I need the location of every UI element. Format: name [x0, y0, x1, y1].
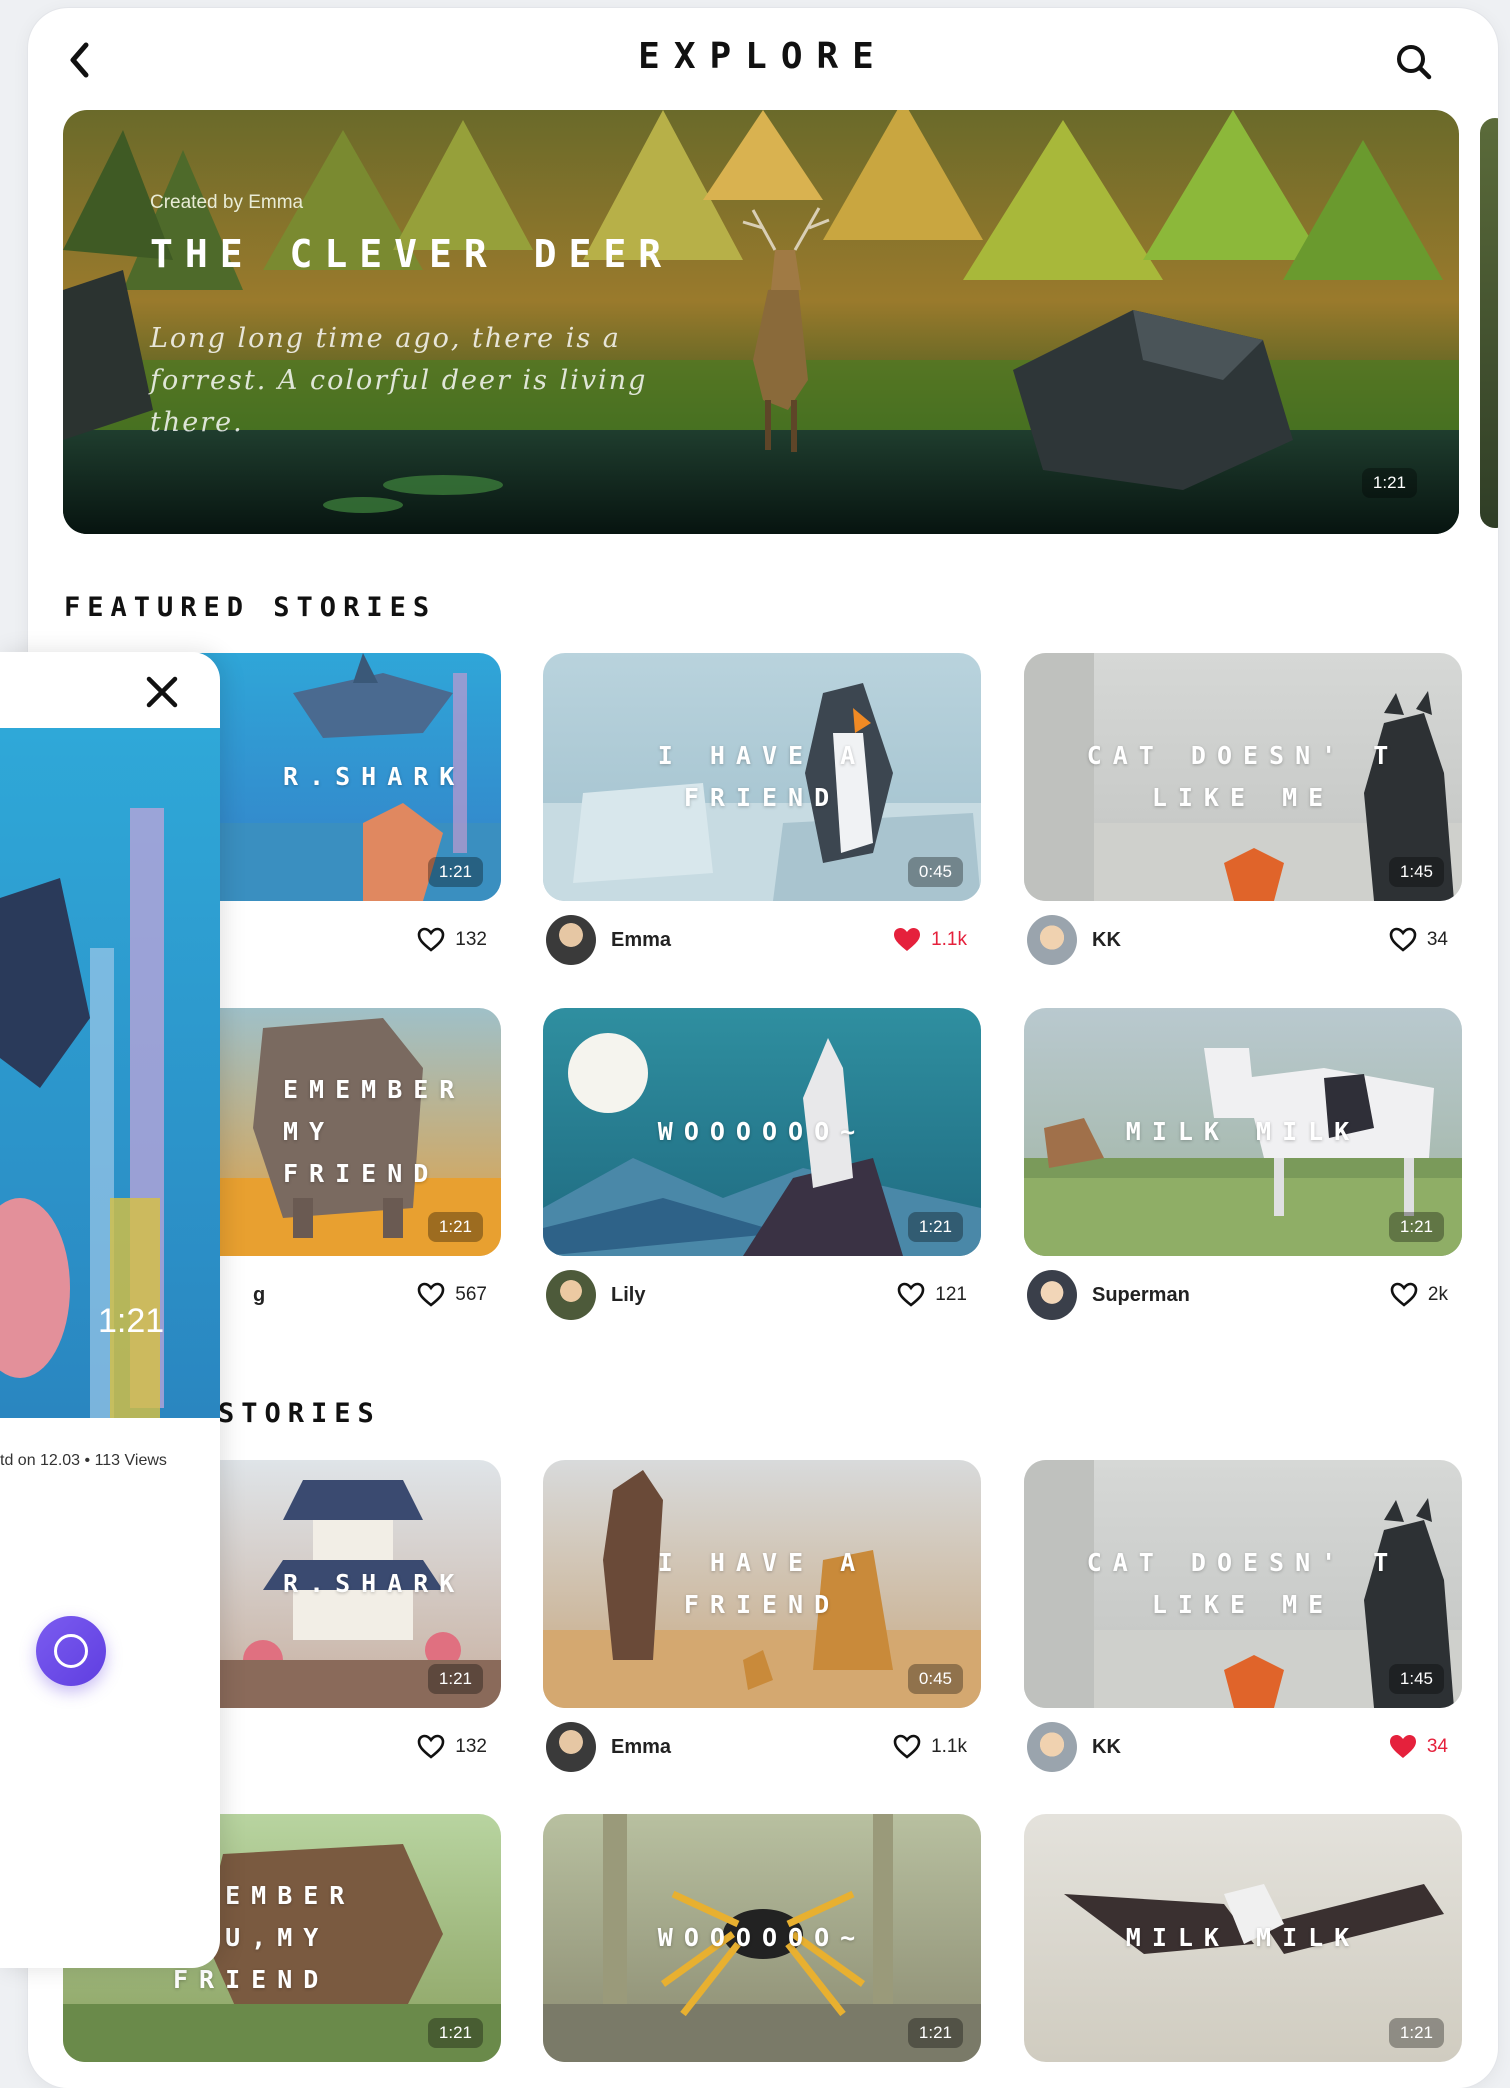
duration-badge: 1:21	[427, 857, 483, 887]
story-thumbnail[interactable]: WOOOOOO~ 1:21	[543, 1814, 981, 2062]
like-count: 132	[455, 929, 487, 950]
video-player[interactable]: 1:21	[0, 728, 220, 1418]
duration-badge: 0:45	[907, 1664, 963, 1694]
author-name[interactable]: Superman	[1092, 1284, 1190, 1307]
story-thumbnail[interactable]: MILK MILK 1:21	[1024, 1814, 1462, 2062]
search-button[interactable]	[1390, 38, 1438, 86]
app-frame: EXPLORE 1:21 Created by Emma THE CLEVER …	[28, 8, 1498, 2088]
like-button[interactable]: 132	[417, 1734, 487, 1760]
story-title: WOOOOOO~	[657, 1117, 867, 1146]
story-card[interactable]: I HAVE A FRIEND 0:45 Emma 1.1k	[543, 653, 981, 981]
story-title: CAT DOESN' T LIKE ME	[1086, 1548, 1400, 1619]
like-button[interactable]: 2k	[1390, 1282, 1448, 1308]
like-button[interactable]: 132	[417, 927, 487, 953]
video-duration: 1:21	[98, 1302, 165, 1340]
like-count: 34	[1426, 1736, 1448, 1757]
heart-outline-icon	[1389, 927, 1417, 952]
avatar[interactable]	[546, 1722, 596, 1772]
close-icon	[146, 676, 178, 708]
page-title: EXPLORE	[638, 36, 888, 77]
avatar[interactable]	[1027, 1722, 1077, 1772]
story-title: CAT DOESN' T LIKE ME	[1086, 741, 1400, 812]
avatar[interactable]	[546, 915, 596, 965]
record-button[interactable]	[36, 1616, 106, 1686]
record-icon	[54, 1634, 88, 1668]
story-title: MILK MILK	[1125, 1117, 1361, 1146]
duration-badge: 1:21	[427, 2018, 483, 2048]
author-name[interactable]: Emma	[611, 1736, 671, 1759]
story-card[interactable]: MILK MILK 1:21 Superman 2k	[1024, 1008, 1462, 1336]
story-thumbnail[interactable]: CAT DOESN' T LIKE ME 1:45	[1024, 653, 1462, 901]
heart-outline-icon	[417, 1282, 445, 1307]
video-preview-panel: 1:21 td on 12.03 • 113 Views	[0, 652, 220, 1968]
like-button[interactable]: 567	[417, 1282, 487, 1308]
like-button[interactable]: 1.1k	[893, 1734, 967, 1760]
duration-badge: 1:21	[1388, 2018, 1444, 2048]
hero-creator-label: Created by Emma	[150, 192, 304, 213]
like-button[interactable]: 34	[1389, 927, 1448, 953]
author-name[interactable]: Emma	[611, 929, 671, 952]
duration-badge: 1:21	[907, 1212, 963, 1242]
heart-filled-icon	[894, 928, 921, 951]
section-title-stories: STORIES	[218, 1398, 381, 1429]
duration-badge: 1:45	[1388, 857, 1444, 887]
section-title-featured: FEATURED STORIES	[64, 592, 437, 623]
video-info: td on 12.03 • 113 Views	[0, 1452, 167, 1469]
avatar[interactable]	[1027, 915, 1077, 965]
like-count: 567	[455, 1284, 487, 1305]
story-thumbnail[interactable]: MILK MILK 1:21	[1024, 1008, 1462, 1256]
close-button[interactable]	[138, 668, 186, 716]
duration-badge: 0:45	[907, 857, 963, 887]
story-card[interactable]: CAT DOESN' T LIKE ME 1:45 KK 34	[1024, 653, 1462, 981]
heart-outline-icon	[897, 1282, 925, 1307]
duration-badge: 1:21	[427, 1212, 483, 1242]
story-card[interactable]: MILK MILK 1:21	[1024, 1814, 1462, 2062]
like-count: 132	[455, 1736, 487, 1757]
heart-outline-icon	[417, 927, 445, 952]
like-count: 1.1k	[931, 1736, 967, 1757]
like-count: 121	[935, 1284, 967, 1305]
story-card[interactable]: CAT DOESN' T LIKE ME 1:45 KK 34	[1024, 1460, 1462, 1788]
story-card[interactable]: WOOOOOO~ 1:21 Lily 121	[543, 1008, 981, 1336]
story-thumbnail[interactable]: CAT DOESN' T LIKE ME 1:45	[1024, 1460, 1462, 1708]
duration-badge: 1:21	[427, 1664, 483, 1694]
story-thumbnail[interactable]: I HAVE A FRIEND 0:45	[543, 1460, 981, 1708]
hero-description: Long long time ago, there is a forrest. …	[150, 323, 648, 438]
hero-title: THE CLEVER DEER	[150, 232, 674, 276]
author-name[interactable]: KK	[1092, 929, 1121, 952]
heart-outline-icon	[1390, 1282, 1418, 1307]
heart-filled-icon	[1389, 1735, 1416, 1758]
story-card[interactable]: I HAVE A FRIEND 0:45 Emma 1.1k	[543, 1460, 981, 1788]
story-card[interactable]: WOOOOOO~ 1:21	[543, 1814, 981, 2062]
like-button[interactable]: 1.1k	[893, 927, 967, 953]
duration-badge: 1:45	[1388, 1664, 1444, 1694]
story-thumbnail[interactable]: I HAVE A FRIEND 0:45	[543, 653, 981, 901]
like-button[interactable]: 34	[1389, 1734, 1448, 1760]
author-name[interactable]: Lily	[611, 1284, 645, 1307]
story-title: I HAVE A FRIEND	[657, 741, 867, 812]
avatar[interactable]	[1027, 1270, 1077, 1320]
like-count: 34	[1426, 929, 1448, 950]
author-name[interactable]: KK	[1092, 1736, 1121, 1759]
like-button[interactable]: 121	[897, 1282, 967, 1308]
duration-badge: 1:21	[1388, 1212, 1444, 1242]
like-count: 1.1k	[931, 929, 967, 950]
heart-outline-icon	[893, 1734, 921, 1759]
author-name[interactable]: g	[253, 1284, 265, 1307]
hero-duration-badge: 1:21	[1361, 468, 1417, 498]
search-icon	[1397, 45, 1432, 80]
story-title: WOOOOOO~	[657, 1923, 867, 1952]
duration-badge: 1:21	[907, 2018, 963, 2048]
next-hero-card-peek[interactable]	[1480, 118, 1498, 528]
story-title: MILK MILK	[1125, 1923, 1361, 1952]
heart-outline-icon	[417, 1734, 445, 1759]
avatar[interactable]	[546, 1270, 596, 1320]
story-thumbnail[interactable]: WOOOOOO~ 1:21	[543, 1008, 981, 1256]
like-count: 2k	[1427, 1284, 1448, 1305]
story-title: I HAVE A FRIEND	[657, 1548, 867, 1619]
